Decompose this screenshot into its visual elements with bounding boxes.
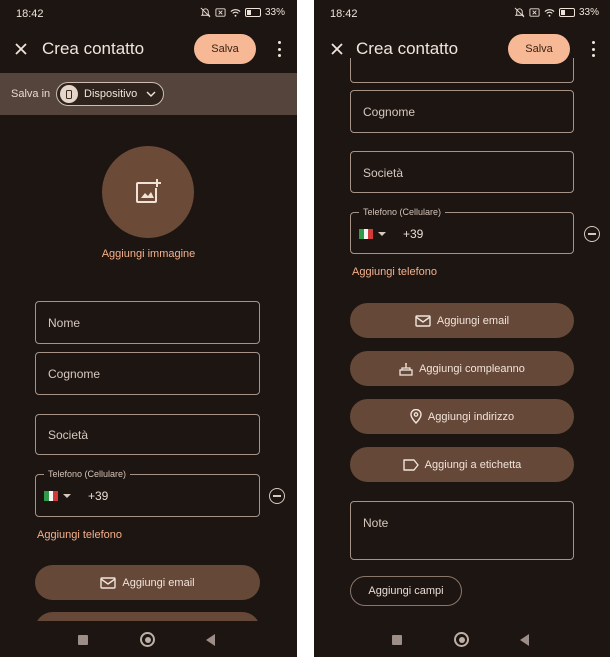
add-fields-button[interactable]: Aggiungi campi bbox=[350, 576, 462, 606]
last-name-field[interactable]: Cognome bbox=[350, 90, 574, 133]
add-address-label: Aggiungi indirizzo bbox=[427, 410, 515, 423]
cake-icon bbox=[399, 362, 413, 376]
add-phone-link[interactable]: Aggiungi telefono bbox=[352, 266, 437, 278]
device-icon bbox=[60, 85, 78, 103]
battery-level: 33% bbox=[264, 7, 285, 18]
chevron-down-icon bbox=[146, 91, 156, 97]
add-label-label: Aggiungi a etichetta bbox=[424, 458, 522, 471]
add-image-link[interactable]: Aggiungi immagine bbox=[0, 248, 297, 260]
add-label-button[interactable]: Aggiungi a etichetta bbox=[350, 447, 574, 482]
battery-level: 33% bbox=[578, 7, 599, 18]
page-title: Crea contatto bbox=[42, 39, 145, 58]
first-name-field-partial[interactable] bbox=[350, 58, 574, 83]
phone-field[interactable]: Telefono (Cellulare) +39 bbox=[350, 207, 574, 254]
status-bar: 18:42 33% bbox=[0, 0, 297, 30]
wifi-icon bbox=[230, 9, 241, 17]
save-button[interactable]: Salva bbox=[194, 34, 256, 64]
save-location-bar: Salva in Dispositivo bbox=[0, 73, 297, 115]
account-name: Dispositivo bbox=[84, 88, 138, 100]
phone-field-label: Telefono (Cellulare) bbox=[359, 207, 446, 217]
remove-phone-icon[interactable] bbox=[269, 488, 285, 504]
system-nav-bar bbox=[314, 621, 610, 657]
wifi-icon bbox=[544, 9, 555, 17]
screen-left: 18:42 33% Crea contatto Salva Salva in D… bbox=[0, 0, 297, 657]
company-placeholder: Società bbox=[363, 166, 404, 180]
home-icon[interactable] bbox=[454, 632, 469, 647]
add-address-button[interactable]: Aggiungi indirizzo bbox=[350, 399, 574, 434]
back-icon[interactable] bbox=[206, 634, 215, 646]
account-selector[interactable]: Dispositivo bbox=[56, 82, 164, 106]
last-name-placeholder: Cognome bbox=[363, 105, 416, 119]
bell-off-icon bbox=[200, 7, 211, 18]
add-phone-link[interactable]: Aggiungi telefono bbox=[37, 529, 122, 541]
location-pin-icon bbox=[410, 409, 422, 424]
status-time: 18:42 bbox=[16, 8, 44, 20]
add-email-button[interactable]: Aggiungi email bbox=[350, 303, 574, 338]
italy-flag-icon[interactable] bbox=[44, 491, 59, 501]
back-icon[interactable] bbox=[520, 634, 529, 646]
status-icons: 33% bbox=[200, 7, 285, 18]
screen-right: 18:42 33% Crea contatto Salva Cognome So… bbox=[314, 0, 610, 657]
mail-icon bbox=[415, 314, 431, 327]
notes-placeholder: Note bbox=[363, 516, 389, 530]
phone-field-label: Telefono (Cellulare) bbox=[44, 469, 131, 479]
add-email-button[interactable]: Aggiungi email bbox=[35, 565, 260, 600]
add-birthday-label: Aggiungi compleanno bbox=[419, 362, 525, 375]
company-placeholder: Società bbox=[48, 428, 89, 442]
close-icon[interactable] bbox=[328, 40, 346, 58]
mail-icon bbox=[100, 576, 117, 589]
phone-country-code[interactable]: +39 bbox=[88, 489, 108, 503]
no-sim-icon bbox=[529, 8, 540, 17]
close-icon[interactable] bbox=[12, 40, 30, 58]
last-name-field[interactable]: Cognome bbox=[35, 352, 260, 395]
bell-off-icon bbox=[514, 7, 525, 18]
status-icons: 33% bbox=[514, 7, 599, 18]
recents-icon[interactable] bbox=[392, 635, 402, 645]
country-dropdown-icon[interactable] bbox=[63, 494, 71, 498]
more-options-icon[interactable] bbox=[591, 41, 595, 57]
first-name-field[interactable]: Nome bbox=[35, 301, 260, 344]
phone-field[interactable]: Telefono (Cellulare) +39 bbox=[35, 469, 260, 517]
add-email-label: Aggiungi email bbox=[122, 576, 195, 589]
save-location-label: Salva in bbox=[11, 88, 51, 100]
home-icon[interactable] bbox=[140, 632, 155, 647]
label-tag-icon bbox=[402, 458, 419, 471]
add-photo-button[interactable] bbox=[102, 146, 194, 238]
company-field[interactable]: Società bbox=[35, 414, 260, 455]
page-title: Crea contatto bbox=[356, 39, 459, 58]
status-bar: 18:42 33% bbox=[314, 0, 610, 30]
company-field[interactable]: Società bbox=[350, 151, 574, 193]
phone-country-code[interactable]: +39 bbox=[403, 227, 423, 241]
italy-flag-icon[interactable] bbox=[359, 229, 374, 239]
first-name-placeholder: Nome bbox=[48, 316, 81, 330]
status-time: 18:42 bbox=[330, 8, 358, 20]
more-options-icon[interactable] bbox=[277, 41, 281, 57]
app-bar: Crea contatto Salva bbox=[0, 30, 297, 70]
last-name-placeholder: Cognome bbox=[48, 367, 101, 381]
no-sim-icon bbox=[215, 8, 226, 17]
notes-field[interactable]: Note bbox=[350, 501, 574, 560]
battery-icon bbox=[558, 8, 575, 17]
add-photo-icon bbox=[136, 179, 161, 203]
add-birthday-button[interactable]: Aggiungi compleanno bbox=[350, 351, 574, 386]
battery-icon bbox=[244, 8, 261, 17]
add-email-label: Aggiungi email bbox=[436, 314, 510, 327]
recents-icon[interactable] bbox=[78, 635, 88, 645]
system-nav-bar bbox=[0, 621, 297, 657]
remove-phone-icon[interactable] bbox=[584, 226, 600, 242]
country-dropdown-icon[interactable] bbox=[378, 232, 386, 236]
